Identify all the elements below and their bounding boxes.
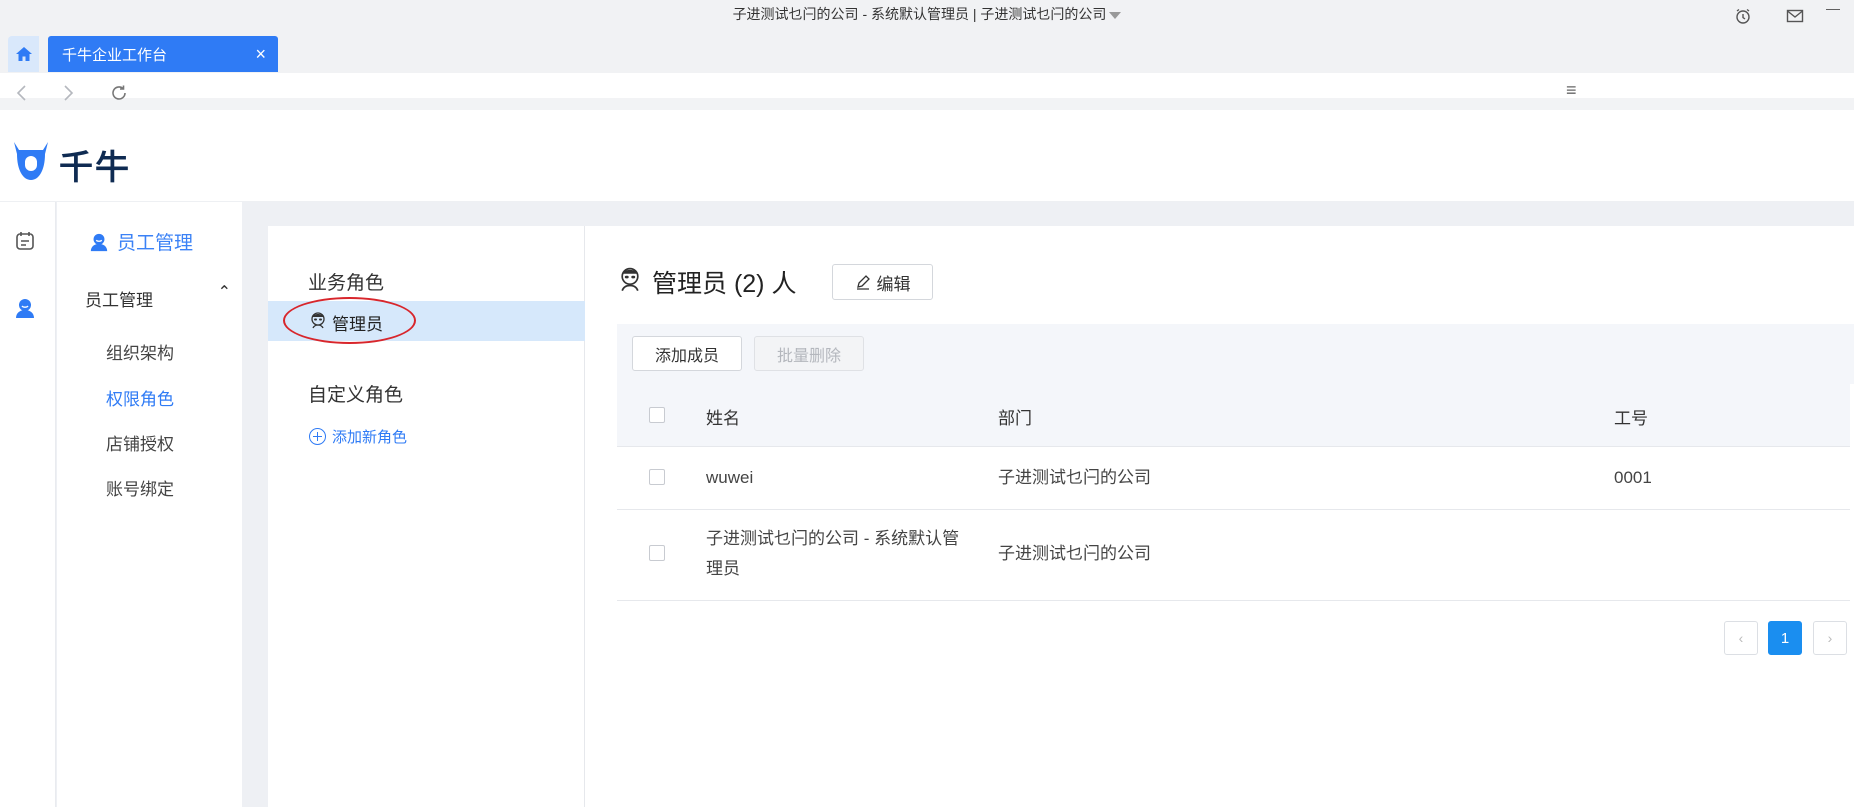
column-header-name: 姓名 — [706, 409, 740, 428]
pagination-prev-button[interactable]: ‹ — [1724, 621, 1758, 655]
window-title-text: 子进测试乜闩的公司 - 系统默认管理员 | 子进测试乜闩的公司 — [732, 6, 1107, 22]
column-header-employee-id: 工号 — [1614, 409, 1648, 428]
icon-rail — [0, 202, 56, 807]
select-all-checkbox[interactable] — [649, 407, 665, 423]
plus-circle-icon — [309, 428, 326, 445]
add-member-button[interactable]: 添加成员 — [632, 336, 742, 371]
tab-strip — [0, 30, 1854, 73]
forward-arrow-icon[interactable] — [58, 82, 80, 104]
business-roles-heading: 业务角色 — [308, 273, 385, 294]
workbench-icon[interactable] — [13, 229, 37, 253]
sidebar-title-label: 员工管理 — [117, 233, 194, 254]
pagination-page-1[interactable]: 1 — [1768, 621, 1802, 655]
cell-name: 子进测试乜闩的公司 - 系统默认管理员 — [706, 529, 960, 578]
sidebar-item-permission-roles[interactable]: 权限角色 — [106, 385, 174, 410]
table-header — [617, 384, 1850, 447]
custom-roles-heading: 自定义角色 — [308, 385, 404, 406]
pencil-icon — [856, 275, 870, 290]
batch-delete-button[interactable]: 批量删除 — [754, 336, 864, 371]
row-checkbox[interactable] — [649, 545, 665, 561]
cell-department: 子进测试乜闩的公司 — [998, 544, 1151, 563]
brand-name: 千牛 — [59, 149, 131, 187]
account-dropdown-icon[interactable] — [1109, 11, 1122, 19]
row-checkbox[interactable] — [649, 469, 665, 485]
staff-icon[interactable] — [13, 296, 37, 320]
role-title: 管理员 (2) 人 — [652, 270, 797, 298]
sidebar-item-account-binding[interactable]: 账号绑定 — [106, 475, 174, 500]
add-role-link[interactable]: 添加新角色 — [309, 426, 407, 447]
sidebar-item-store-authorization[interactable]: 店铺授权 — [106, 430, 174, 455]
pagination-next-button[interactable]: › — [1813, 621, 1847, 655]
back-arrow-icon[interactable] — [10, 82, 32, 104]
sidebar-title: 员工管理 — [89, 228, 193, 255]
cell-department: 子进测试乜闩的公司 — [998, 468, 1151, 487]
edit-role-label: 编辑 — [876, 274, 911, 294]
app-header — [0, 122, 1854, 202]
admin-avatar-icon — [618, 266, 642, 292]
column-header-department: 部门 — [998, 409, 1032, 428]
cell-name: wuwei — [706, 468, 754, 487]
staff-management-icon — [90, 233, 108, 251]
window-title: 子进测试乜闩的公司 - 系统默认管理员 | 子进测试乜闩的公司 — [0, 4, 1854, 24]
refresh-icon[interactable] — [108, 82, 130, 104]
edit-role-button[interactable]: 编辑 — [832, 264, 933, 300]
sidebar-group-staff-management[interactable]: 员工管理 ⌃ — [85, 284, 231, 311]
table-row[interactable] — [617, 447, 1850, 510]
home-icon — [15, 47, 32, 61]
highlight-annotation — [283, 297, 416, 344]
menu-icon[interactable]: ≡ — [1566, 80, 1577, 101]
cell-employee-id: 0001 — [1614, 468, 1652, 487]
alarm-clock-icon[interactable] — [1734, 8, 1752, 24]
sidebar-group-label: 员工管理 — [85, 291, 153, 310]
qianniu-logo-icon — [12, 140, 50, 182]
close-tab-icon[interactable]: × — [255, 44, 266, 64]
add-role-label: 添加新角色 — [332, 429, 408, 446]
chevron-up-icon[interactable]: ⌃ — [218, 282, 231, 302]
mail-icon[interactable] — [1786, 8, 1804, 24]
tab-qianniu-workbench[interactable]: 千牛企业工作台 × — [48, 36, 278, 72]
home-tab[interactable] — [8, 36, 39, 72]
tab-label: 千牛企业工作台 — [62, 46, 168, 64]
sidebar-item-org-structure[interactable]: 组织架构 — [106, 339, 174, 364]
minimize-button[interactable]: — — [1826, 0, 1840, 16]
